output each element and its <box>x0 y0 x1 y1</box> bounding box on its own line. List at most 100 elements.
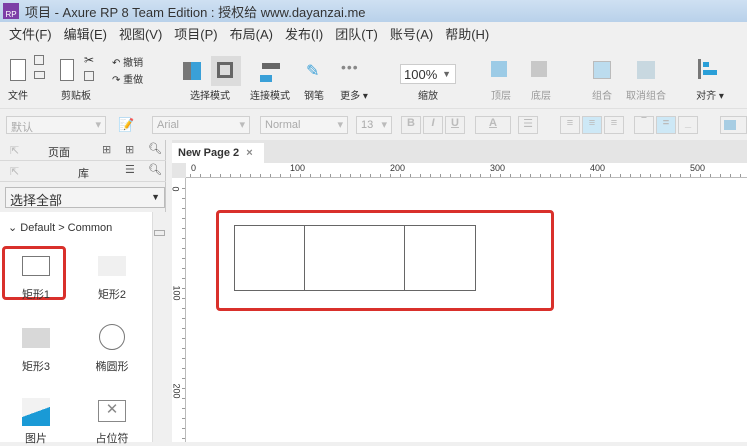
connect-mode-label: 连接模式 <box>250 91 290 102</box>
group-label: 组合 <box>592 91 612 102</box>
design-canvas[interactable] <box>186 178 747 442</box>
valign-middle-icon[interactable]: = <box>656 116 676 134</box>
search-icon[interactable]: 🔍︎ <box>148 163 162 176</box>
paste-icon[interactable] <box>84 71 94 81</box>
add-folder-icon[interactable]: ⊞ <box>125 143 134 156</box>
category-label: Default > Common <box>20 222 113 234</box>
widget-label: 矩形2 <box>97 289 127 301</box>
menu-file[interactable]: 文件(F) <box>6 24 55 43</box>
widget-rectangle2[interactable]: 矩形2 <box>82 256 142 302</box>
widget-placeholder[interactable]: ✕ 占位符 <box>82 400 142 446</box>
close-icon[interactable]: × <box>246 147 252 159</box>
ruler-tick: 200 <box>171 383 182 399</box>
widget-label: 矩形1 <box>21 289 51 301</box>
widget-image[interactable]: 图片 <box>6 398 66 446</box>
widget-library: ⌄ Default > Common 矩形1 矩形2 矩形3 椭圆形 图片 ✕ 占… <box>0 212 152 445</box>
font-weight-select[interactable]: Normal <box>260 116 348 134</box>
underline-button[interactable]: U <box>445 116 465 134</box>
collapse-icon[interactable]: ⇱ <box>10 165 19 178</box>
library-scrollbar[interactable] <box>152 212 166 442</box>
font-color-button[interactable]: A <box>475 116 511 134</box>
bullet-list-icon[interactable]: ☰ <box>518 116 538 134</box>
font-select[interactable]: Arial <box>152 116 250 134</box>
rectangle2-icon <box>98 256 126 276</box>
connector-icon[interactable] <box>262 63 280 69</box>
library-select[interactable]: 选择全部 ▼ <box>5 187 165 208</box>
menu-icon[interactable]: ☰ <box>125 163 135 176</box>
ruler-tick: 100 <box>171 285 182 301</box>
image-icon <box>22 398 50 426</box>
canvas-rectangle-1[interactable] <box>234 225 305 291</box>
collapse-icon[interactable]: ⇱ <box>10 144 19 157</box>
style-edit-icon[interactable]: 📝 <box>118 117 134 133</box>
valign-bottom-icon[interactable]: _ <box>678 116 698 134</box>
save-icon[interactable] <box>34 55 44 65</box>
redo-label: 重做 <box>123 75 144 86</box>
widget-rectangle1[interactable]: 矩形1 <box>6 256 66 302</box>
canvas-rectangle-3[interactable] <box>404 225 476 291</box>
valign-top-icon[interactable]: ‾ <box>634 116 654 134</box>
new-file-icon[interactable] <box>10 59 26 81</box>
group-icon[interactable] <box>593 61 611 79</box>
menu-publish[interactable]: 发布(I) <box>282 24 326 43</box>
add-page-icon[interactable]: ⊞ <box>102 143 111 156</box>
font-size-select[interactable]: 13 <box>356 116 392 134</box>
cut-icon[interactable]: ✂ <box>84 53 94 67</box>
ungroup-label: 取消组合 <box>626 91 666 102</box>
select-contain-button[interactable] <box>211 56 241 86</box>
more-label[interactable]: 更多 ▾ <box>338 87 370 102</box>
zoom-select[interactable]: 100% ▼ <box>400 64 456 84</box>
canvas-rectangle-2[interactable] <box>304 225 405 291</box>
zoom-value: 100% <box>404 67 438 82</box>
align-icon[interactable] <box>698 59 720 79</box>
widget-label: 椭圆形 <box>95 361 129 373</box>
more-icon[interactable]: ••• <box>341 59 359 75</box>
align-right-icon[interactable]: ≡ <box>604 116 624 134</box>
open-folder-icon[interactable] <box>34 71 45 79</box>
toolbar: 文件 ✂ 剪贴板 ↶ 撤销 ↷ 重做 选择模式 连接模式 ✎ 钢笔 ••• 更多… <box>0 45 747 108</box>
undo-label: 撤销 <box>123 58 144 69</box>
menu-account[interactable]: 账号(A) <box>387 24 436 43</box>
ungroup-icon[interactable] <box>637 61 655 79</box>
widget-ellipse[interactable]: 椭圆形 <box>82 324 142 374</box>
select-intersect-icon[interactable] <box>183 62 201 80</box>
fill-color-button[interactable] <box>720 116 747 134</box>
undo-icon: ↶ <box>112 58 124 69</box>
widget-rectangle3[interactable]: 矩形3 <box>6 328 66 374</box>
app-logo: RP <box>3 3 19 19</box>
tab-label: New Page 2 <box>178 147 240 159</box>
redo-icon: ↷ <box>112 75 124 86</box>
align-label[interactable]: 对齐 ▾ <box>694 87 726 102</box>
tab-new-page-2[interactable]: New Page 2 × <box>172 143 264 163</box>
bring-to-front-icon[interactable] <box>491 61 507 77</box>
rectangle1-icon <box>22 256 50 276</box>
style-select[interactable]: 默认 <box>6 116 106 134</box>
menu-view[interactable]: 视图(V) <box>116 24 165 43</box>
format-bar: 默认 📝 Arial Normal 13 B I U A ☰ ≡ ≡ ≡ ‾ =… <box>0 108 747 140</box>
library-select-value: 选择全部 <box>10 193 63 208</box>
menu-layout[interactable]: 布局(A) <box>227 24 276 43</box>
pages-header: ⇱ 页面 ⊞ ⊞ 🔍︎ <box>0 140 166 161</box>
align-center-icon[interactable]: ≡ <box>582 116 602 134</box>
align-left-icon[interactable]: ≡ <box>560 116 580 134</box>
bold-button[interactable]: B <box>401 116 421 134</box>
file-label: 文件 <box>8 91 28 102</box>
undo-button[interactable]: ↶ 撤销 <box>112 54 143 69</box>
category-header[interactable]: ⌄ Default > Common <box>8 221 112 234</box>
menu-team[interactable]: 团队(T) <box>332 24 381 43</box>
ellipse-icon <box>99 324 125 350</box>
widget-label: 矩形3 <box>21 361 51 373</box>
scroll-thumb[interactable] <box>154 230 165 236</box>
italic-button[interactable]: I <box>423 116 443 134</box>
send-to-back-icon[interactable] <box>531 61 547 77</box>
menu-project[interactable]: 项目(P) <box>171 24 220 43</box>
pen-icon[interactable]: ✎ <box>306 61 319 81</box>
menu-help[interactable]: 帮助(H) <box>442 24 492 43</box>
widget-label: 占位符 <box>95 433 129 445</box>
menu-edit[interactable]: 编辑(E) <box>61 24 110 43</box>
zoom-label: 缩放 <box>418 91 438 102</box>
search-icon[interactable]: 🔍︎ <box>148 142 162 155</box>
left-panel: ⇱ 页面 ⊞ ⊞ 🔍︎ ⇱ 库 ☰ 🔍︎ 选择全部 ▼ ⌄ Default > C… <box>0 140 166 445</box>
redo-button[interactable]: ↷ 重做 <box>112 71 143 86</box>
copy-icon[interactable] <box>60 59 74 81</box>
